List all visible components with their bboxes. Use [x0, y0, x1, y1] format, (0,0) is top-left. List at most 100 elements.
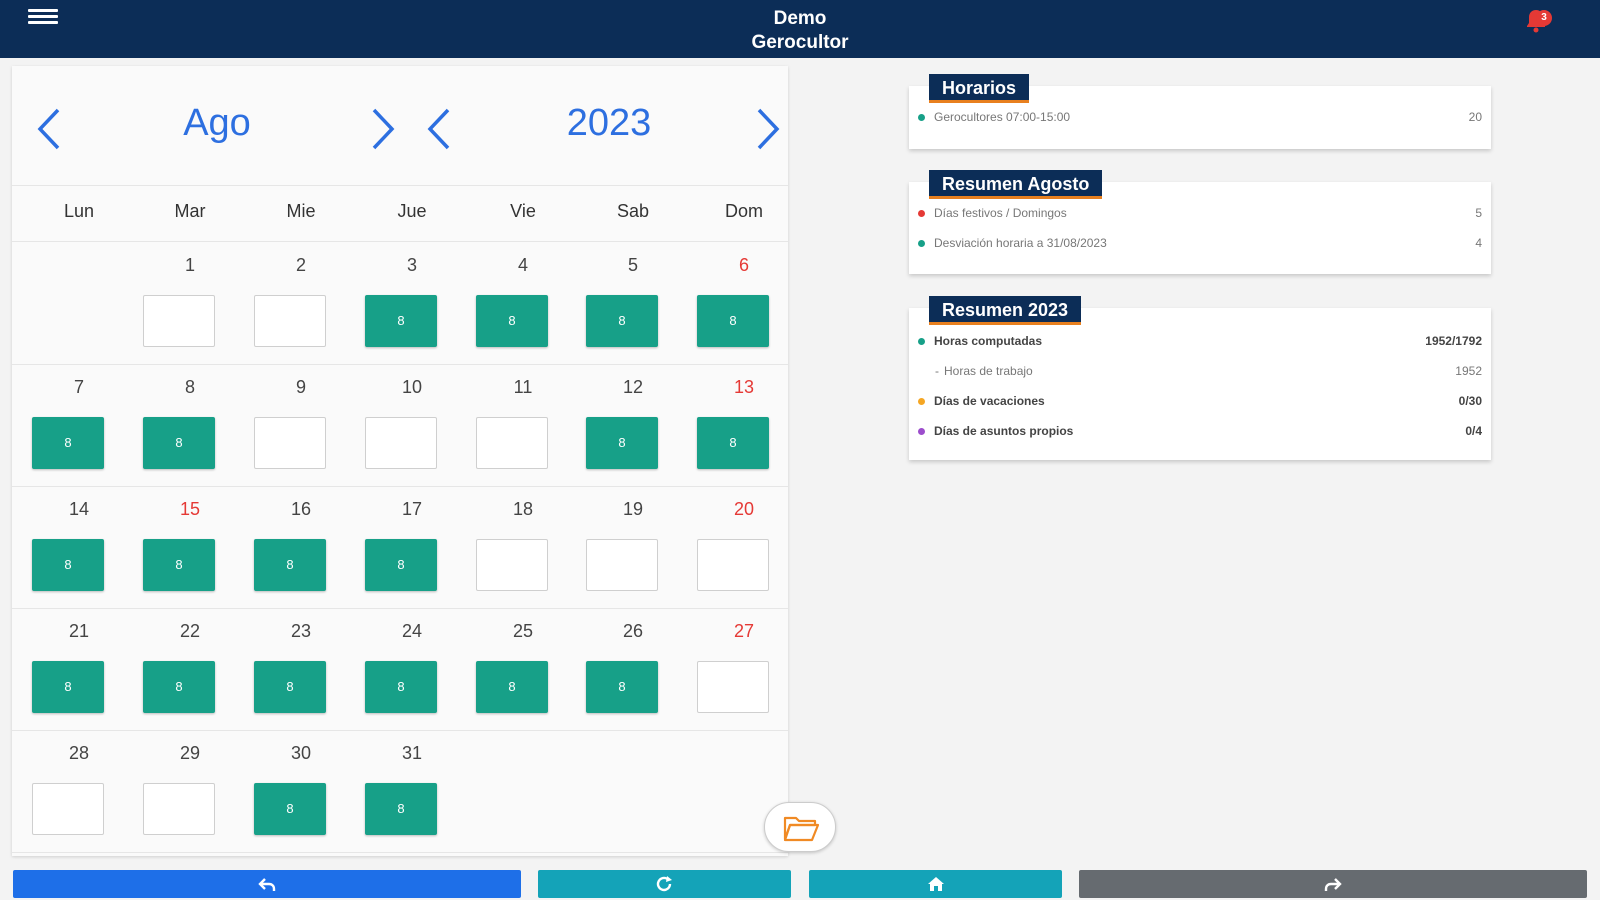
day-hours-cell[interactable]: 8: [586, 295, 658, 347]
calendar-week-row: 21 8 22 8 23 8 24 8 25 8 26 8 27: [12, 609, 788, 731]
summary-value: 5: [1475, 206, 1482, 220]
day-hours-cell[interactable]: 8: [254, 783, 326, 835]
forward-button[interactable]: [1079, 870, 1587, 898]
day-hours-cell[interactable]: 8: [143, 417, 215, 469]
day-hours-cell[interactable]: 8: [143, 661, 215, 713]
day-hours-cell[interactable]: 8: [365, 539, 437, 591]
day-hours-cell[interactable]: 8: [254, 661, 326, 713]
day-hours-cell[interactable]: 8: [32, 417, 104, 469]
weekday-label: Vie: [510, 201, 536, 221]
day-number: 24: [401, 621, 423, 641]
day-hours-cell[interactable]: 8: [697, 417, 769, 469]
day-hours-cell[interactable]: 8: [365, 783, 437, 835]
summary-label: Horas de trabajo: [944, 364, 1033, 378]
summary-row: Horas computadas 1952/1792: [918, 332, 1482, 352]
day-hours-cell[interactable]: [586, 539, 658, 591]
back-button[interactable]: [13, 870, 521, 898]
summary-value: 1952: [1455, 364, 1482, 378]
day-hours-cell[interactable]: 8: [586, 417, 658, 469]
weekday-label: Dom: [724, 201, 763, 221]
day-number: 16: [290, 499, 312, 519]
summary-label: Horas computadas: [934, 334, 1043, 348]
day-number: 25: [512, 621, 534, 641]
day-number: 12: [622, 377, 644, 397]
day-hours-cell[interactable]: [697, 661, 769, 713]
card-title: Resumen 2023: [929, 296, 1082, 325]
summary-value: 4: [1475, 236, 1482, 250]
day-hours-cell[interactable]: [254, 295, 326, 347]
day-number: 18: [512, 499, 534, 519]
resumen-mes-card: Resumen Agosto Días festivos / Domingos 5…: [909, 170, 1491, 274]
day-hours-cell[interactable]: 8: [32, 661, 104, 713]
day-number: 27: [733, 621, 755, 641]
day-hours-cell[interactable]: [365, 417, 437, 469]
day-number: 28: [68, 743, 90, 763]
summary-row: Días festivos / Domingos 5: [918, 204, 1482, 224]
day-number: 13: [733, 377, 755, 397]
open-folder-button[interactable]: [764, 802, 836, 852]
day-hours-cell[interactable]: [697, 539, 769, 591]
day-hours-cell[interactable]: [143, 783, 215, 835]
redo-icon: [1324, 878, 1342, 891]
day-hours-cell[interactable]: [143, 295, 215, 347]
day-hours-cell[interactable]: 8: [365, 295, 437, 347]
next-month-chevron-icon[interactable]: [362, 104, 402, 154]
day-number: 10: [401, 377, 423, 397]
resumen-anio-card: Resumen 2023 Horas computadas 1952/1792- H…: [909, 296, 1491, 460]
status-dot-icon: [918, 114, 925, 121]
day-hours-cell[interactable]: [254, 417, 326, 469]
undo-icon: [258, 878, 276, 891]
day-number: 26: [622, 621, 644, 641]
month-label: Ago: [183, 102, 251, 144]
summary-label: Días de vacaciones: [934, 394, 1045, 408]
day-hours-cell[interactable]: [32, 783, 104, 835]
day-hours-cell[interactable]: 8: [697, 295, 769, 347]
folder-icon: [783, 816, 820, 842]
day-number: 22: [179, 621, 201, 641]
summary-label: Días festivos / Domingos: [934, 206, 1067, 220]
day-hours-cell[interactable]: 8: [32, 539, 104, 591]
summary-label: Desviación horaria a 31/08/2023: [934, 236, 1107, 250]
prev-month-chevron-icon[interactable]: [30, 104, 70, 154]
home-icon: [927, 877, 944, 891]
day-number: 3: [406, 255, 417, 275]
day-hours-cell[interactable]: 8: [476, 295, 548, 347]
summary-value: 20: [1468, 110, 1482, 124]
day-number: 6: [738, 255, 749, 275]
calendar-nav: Ago 2023: [12, 66, 788, 186]
day-hours-cell[interactable]: [476, 417, 548, 469]
day-number: 30: [290, 743, 312, 763]
calendar-week-row: 28 29 30 8 31 8: [12, 731, 788, 853]
home-button[interactable]: [809, 870, 1062, 898]
day-number: 23: [290, 621, 312, 641]
app-header: Demo Gerocultor 3: [0, 0, 1600, 58]
prev-year-chevron-icon[interactable]: [420, 104, 460, 154]
calendar-week-row: 7 8 8 8 9 10 11 12 8 13 8: [12, 365, 788, 487]
horarios-card: Horarios Gerocultores 07:00-15:00 20: [909, 74, 1491, 149]
calendar-week-row: 14 8 15 8 16 8 17 8 18 19 20: [12, 487, 788, 609]
weekday-label: Jue: [397, 201, 427, 221]
day-hours-cell[interactable]: 8: [365, 661, 437, 713]
next-year-chevron-icon[interactable]: [747, 104, 787, 154]
refresh-button[interactable]: [538, 870, 791, 898]
day-number: 5: [627, 255, 638, 275]
app-title: Demo: [773, 8, 827, 29]
status-dot-icon: [918, 398, 925, 405]
card-title: Horarios: [929, 74, 1030, 103]
day-hours-cell[interactable]: 8: [476, 661, 548, 713]
day-hours-cell[interactable]: 8: [586, 661, 658, 713]
day-hours-cell[interactable]: [476, 539, 548, 591]
year-label: 2023: [566, 102, 652, 144]
day-number: 4: [517, 255, 528, 275]
day-hours-cell[interactable]: 8: [254, 539, 326, 591]
day-number: 9: [295, 377, 306, 397]
calendar-panel: Ago 2023 Lun Mar Mie Jue Vie Sab Dom 123848586…: [12, 66, 788, 856]
summary-label: Días de asuntos propios: [934, 424, 1074, 438]
day-number: 14: [68, 499, 90, 519]
day-hours-cell[interactable]: 8: [143, 539, 215, 591]
status-dot-icon: [918, 240, 925, 247]
status-dot-icon: [918, 338, 925, 345]
summary-value: 0/30: [1458, 394, 1482, 408]
sub-item-dash-icon: -: [935, 364, 939, 378]
day-number: 20: [733, 499, 755, 519]
